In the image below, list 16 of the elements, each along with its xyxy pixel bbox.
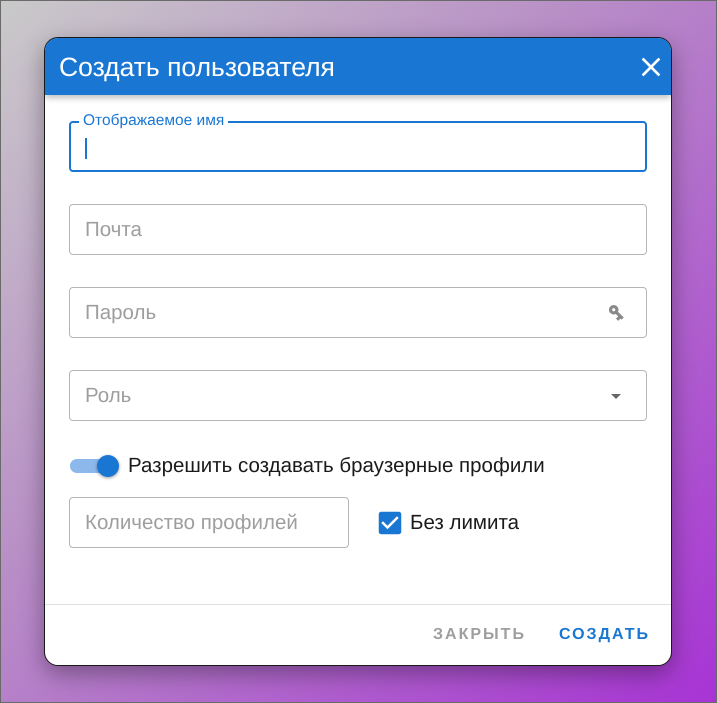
text-field[interactable]: Почта [69,204,647,255]
field-label: Роль [85,384,132,408]
field-label: Количество профилей [85,510,298,534]
select-field[interactable]: Роль [69,370,647,421]
create-button[interactable]: СОЗДАТЬ [550,619,658,651]
field-label: Отображаемое имя [79,111,228,131]
switch-label: Разрешить создавать браузерные профили [128,454,545,478]
text-cursor [85,138,87,159]
checkbox-label: Без лимита [410,510,520,534]
text-field[interactable]: Количество профилей [69,497,349,548]
password-field[interactable]: Пароль [69,287,647,338]
profiles-switch[interactable] [69,453,121,479]
field-label: Пароль [85,300,156,324]
dialog-title: Создать пользователя [59,50,335,82]
field-label: Почта [85,218,142,242]
close-text-button[interactable]: ЗАКРЫТЬ [424,619,534,651]
